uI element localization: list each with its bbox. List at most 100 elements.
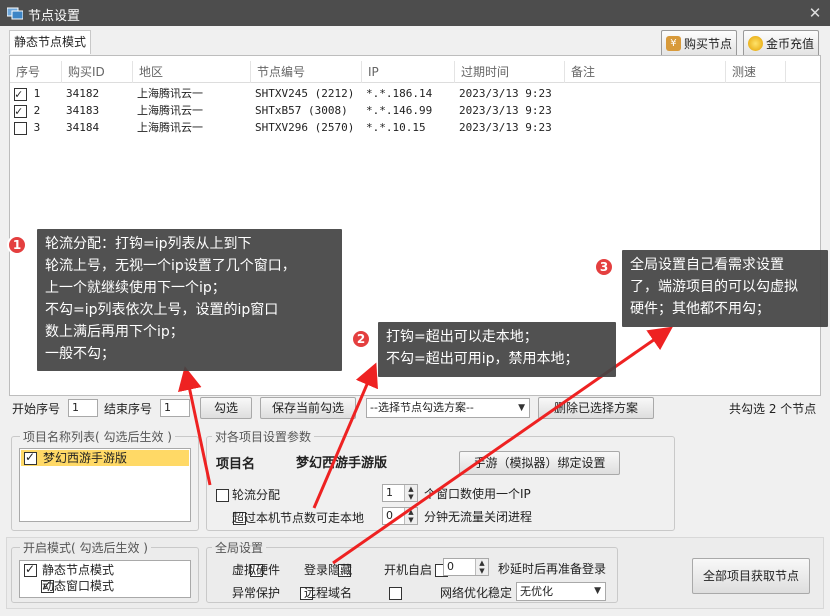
selected-total: 共勾选 2 个节点 bbox=[729, 402, 817, 416]
hide-login-label: 登录隐藏 bbox=[304, 563, 353, 577]
static-mode-label: 静态节点模式 bbox=[42, 563, 115, 577]
callout-round-robin: 轮流分配：打钩=ip列表从上到下 轮流上号，无视一个ip设置了几个窗口， 上一个… bbox=[37, 229, 342, 371]
col-ip[interactable]: IP bbox=[362, 61, 455, 83]
coin-icon bbox=[747, 36, 763, 51]
modes-title: 开启模式( 勾选后生效 ) bbox=[20, 541, 151, 555]
delay-seconds-stepper[interactable]: 0 ▲ ▼ bbox=[443, 558, 489, 576]
row-checkbox[interactable] bbox=[14, 121, 27, 135]
col-buy-id[interactable]: 购买ID bbox=[62, 61, 133, 83]
windows-per-ip-value: 1 bbox=[386, 486, 393, 499]
row-expire: 2023/3/13 9:23 bbox=[459, 87, 552, 100]
row-index: 2 bbox=[33, 104, 41, 117]
start-index-input[interactable]: 1 bbox=[68, 399, 98, 417]
col-region[interactable]: 地区 bbox=[133, 61, 251, 83]
project-name-value: 梦幻西游手游版 bbox=[296, 456, 388, 471]
chevron-down-icon: ▼ bbox=[518, 403, 525, 413]
static-mode-checkbox[interactable] bbox=[24, 562, 37, 577]
save-selection-button[interactable]: 保存当前勾选 bbox=[260, 397, 356, 419]
row-buy-id: 34182 bbox=[66, 87, 100, 100]
net-opt-value: 无优化 bbox=[520, 585, 553, 598]
check-button[interactable]: 勾选 bbox=[200, 397, 252, 419]
row-node: SHTXV296 (2570) bbox=[255, 121, 355, 134]
col-expire[interactable]: 过期时间 bbox=[455, 61, 565, 83]
callout-line: 轮流上号，无视一个ip设置了几个窗口， bbox=[45, 258, 296, 274]
col-node[interactable]: 节点编号 bbox=[251, 61, 362, 83]
callout-line: 硬件；其他都不用勾； bbox=[630, 301, 770, 317]
start-index-label: 开始序号 bbox=[12, 402, 61, 416]
idle-minutes-stepper[interactable]: 0 ▲ ▼ bbox=[382, 507, 418, 525]
round-robin-checkbox[interactable] bbox=[216, 489, 229, 502]
row-region: 上海腾讯云一 bbox=[137, 104, 203, 117]
row-expire: 2023/3/13 9:23 bbox=[459, 121, 552, 134]
row-node: SHTxB57 (3008) bbox=[255, 104, 348, 117]
row-region: 上海腾讯云一 bbox=[137, 121, 203, 134]
recharge-label: 金币充值 bbox=[765, 37, 814, 51]
callout-badge-3: 3 bbox=[594, 257, 614, 277]
row-region: 上海腾讯云一 bbox=[137, 87, 203, 100]
row-expire: 2023/3/13 9:23 bbox=[459, 104, 552, 117]
project-list-item[interactable]: 梦幻西游手游版 bbox=[21, 450, 189, 466]
delete-scheme-button[interactable]: 删除已选择方案 bbox=[538, 397, 654, 419]
idle-minutes-label: 分钟无流量关闭进程 bbox=[424, 510, 533, 524]
buy-node-button[interactable]: ¥ 购买节点 bbox=[661, 30, 737, 57]
end-index-input[interactable]: 1 bbox=[160, 399, 190, 417]
modes-listbox[interactable]: 静态节点模式 动态窗口模式 bbox=[19, 560, 191, 598]
callout-line: 全局设置自己看需求设置 bbox=[630, 257, 784, 273]
callout-global-settings: 全局设置自己看需求设置 了，端游项目的可以勾虚拟 硬件；其他都不用勾； bbox=[622, 250, 828, 327]
row-checkbox[interactable] bbox=[14, 103, 27, 119]
virtual-hw-label: 虚拟硬件 bbox=[232, 563, 281, 577]
callout-line: 不勾=超出可用ip，禁用本地； bbox=[386, 351, 579, 367]
callout-badge-2: 2 bbox=[351, 329, 371, 349]
bind-settings-button[interactable]: 手游（模拟器）绑定设置 bbox=[459, 451, 620, 475]
window-title: 节点设置 bbox=[28, 9, 81, 24]
row-buy-id: 34183 bbox=[66, 104, 100, 117]
callout-line: 打钩=超出可以走本地； bbox=[386, 329, 538, 345]
project-listbox[interactable]: 梦幻西游手游版 bbox=[19, 448, 191, 522]
callout-line: 数上满后再用下个ip； bbox=[45, 324, 184, 340]
dynamic-mode-label: 动态窗口模式 bbox=[42, 579, 115, 593]
callout-badge-1: 1 bbox=[7, 235, 27, 255]
app-icon bbox=[7, 7, 23, 20]
spin-arrows-icon[interactable]: ▲ ▼ bbox=[404, 485, 417, 501]
windows-per-ip-stepper[interactable]: 1 ▲ ▼ bbox=[382, 484, 418, 502]
spin-arrows-icon[interactable]: ▲ ▼ bbox=[475, 559, 488, 575]
recharge-button[interactable]: 金币充值 bbox=[743, 30, 819, 57]
col-index[interactable]: 序号 bbox=[10, 61, 62, 83]
callout-line: 上一个就继续使用下一个ip； bbox=[45, 280, 226, 296]
end-index-label: 结束序号 bbox=[104, 402, 153, 416]
exceed-local-label: 超过本机节点数可走本地 bbox=[232, 511, 365, 525]
money-bag-icon: ¥ bbox=[665, 36, 681, 51]
project-checkbox[interactable] bbox=[24, 450, 37, 465]
spin-arrows-icon[interactable]: ▲ ▼ bbox=[404, 508, 417, 524]
col-note[interactable]: 备注 bbox=[565, 61, 726, 83]
table-row[interactable]: 3 34184 上海腾讯云一 SHTXV296 (2570) *.*.10.15… bbox=[10, 119, 790, 136]
buy-node-label: 购买节点 bbox=[683, 37, 732, 51]
callout-line: 了，端游项目的可以勾虚拟 bbox=[630, 279, 798, 295]
row-ip: *.*.186.14 bbox=[366, 87, 433, 100]
row-checkbox[interactable] bbox=[14, 86, 27, 102]
delay-seconds-value: 0 bbox=[447, 560, 454, 573]
net-opt-label: 网络优化稳定 bbox=[440, 586, 513, 600]
row-ip: *.*.146.99 bbox=[366, 104, 433, 117]
windows-per-ip-label: 个窗口数使用一个IP bbox=[424, 487, 531, 501]
table-header: 序号 购买ID 地区 节点编号 IP 过期时间 备注 测速 bbox=[10, 61, 820, 83]
row-index: 3 bbox=[33, 121, 41, 134]
remote-domain-checkbox[interactable] bbox=[388, 587, 402, 600]
remote-domain-label: 远程域名 bbox=[304, 586, 353, 600]
callout-line: 不勾=ip列表依次上号，设置的ip窗口 bbox=[45, 302, 279, 318]
project-name-label: 项目名 bbox=[216, 457, 256, 472]
table-row[interactable]: 1 34182 上海腾讯云一 SHTXV245 (2212) *.*.186.1… bbox=[10, 85, 790, 102]
project-params-title: 对各项目设置参数 bbox=[212, 430, 315, 444]
project-list-title: 项目名称列表( 勾选后生效 ) bbox=[20, 430, 175, 444]
tab-static-node[interactable]: 静态节点模式 bbox=[9, 30, 91, 54]
table-row[interactable]: 2 34183 上海腾讯云一 SHTxB57 (3008) *.*.146.99… bbox=[10, 102, 790, 119]
callout-line: 轮流分配：打钩=ip列表从上到下 bbox=[45, 236, 252, 252]
fetch-all-nodes-button[interactable]: 全部项目获取节点 bbox=[692, 558, 810, 594]
col-speed[interactable]: 测速 bbox=[726, 61, 786, 83]
callout-exceed-local: 打钩=超出可以走本地； 不勾=超出可用ip，禁用本地； bbox=[378, 322, 616, 377]
close-icon[interactable]: ✕ bbox=[806, 4, 824, 22]
exception-protect-label: 异常保护 bbox=[232, 586, 281, 600]
chevron-down-icon: ▼ bbox=[594, 586, 601, 596]
scheme-select[interactable]: --选择节点勾选方案-- ▼ bbox=[366, 398, 530, 418]
net-opt-select[interactable]: 无优化 ▼ bbox=[516, 582, 606, 601]
